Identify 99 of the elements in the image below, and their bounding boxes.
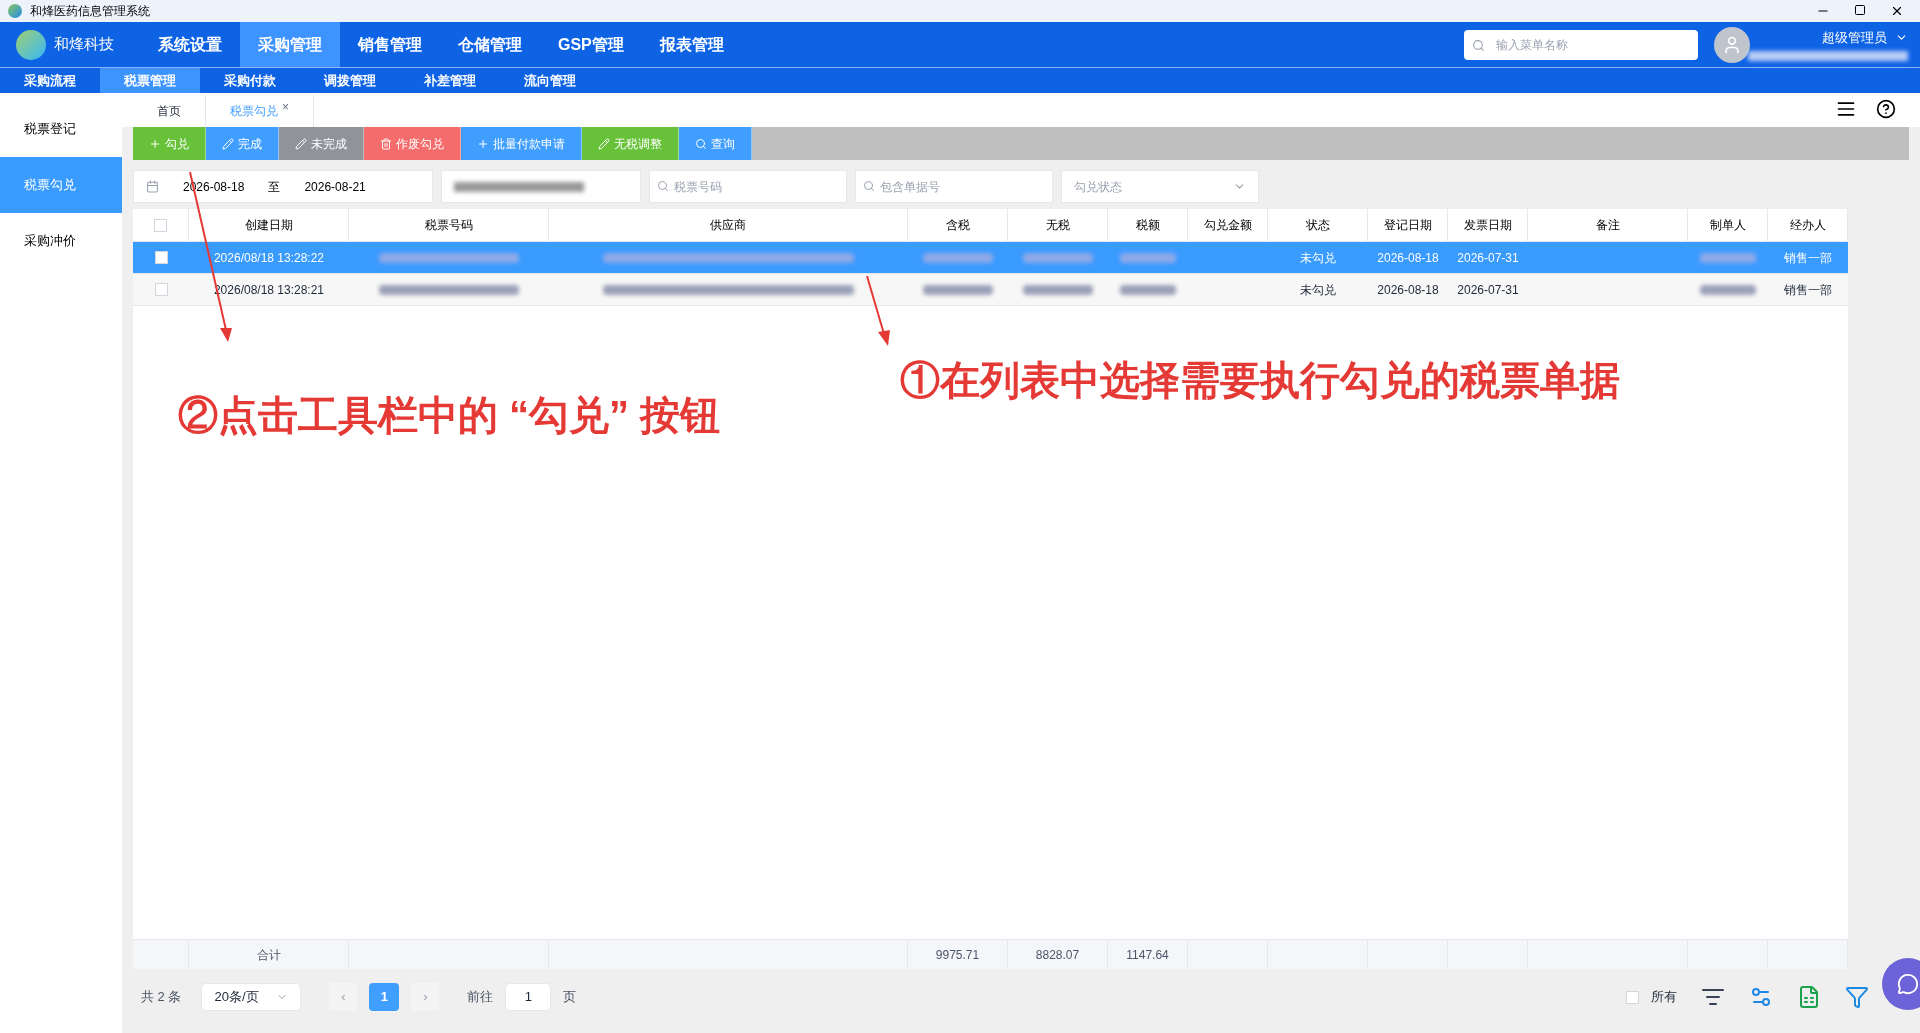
blurred-text	[1700, 252, 1756, 263]
document-number-field[interactable]: 包含单据号	[855, 170, 1053, 203]
annotation-text: ①在列表中选择需要执行勾兑的税票单据	[900, 357, 1620, 404]
table-row[interactable]: 2026/08/18 13:28:22 未勾兑 2026-08-18 2026-07-31 销售一部	[133, 242, 1848, 274]
sub-nav-tab[interactable]: 调拨管理	[300, 68, 400, 93]
column-header: 登记日期	[1368, 209, 1448, 241]
column-header: 发票日期	[1448, 209, 1528, 241]
plus-icon	[477, 137, 489, 150]
goto-label: 前往	[467, 988, 494, 1007]
toolbar-button[interactable]: 未完成	[279, 127, 364, 160]
table-cell-text: 未勾兑	[1300, 281, 1336, 299]
user-name[interactable]: 超级管理员	[1822, 27, 1887, 48]
page-size-dropdown[interactable]: 20条/页	[201, 983, 302, 1011]
table-cell-text: 2026-08-18	[1377, 281, 1439, 299]
main-nav-tab[interactable]: 系统设置	[140, 22, 240, 67]
search-icon	[695, 137, 707, 150]
goto-suffix: 页	[563, 988, 577, 1007]
column-header: 勾兑金额	[1188, 209, 1268, 241]
sub-nav-tab[interactable]: 采购付款	[200, 68, 300, 93]
column-header: 无税	[1008, 209, 1108, 241]
trash-icon	[380, 137, 392, 150]
sidebar-item[interactable]: 采购冲价	[0, 213, 122, 269]
collapse-menu-icon[interactable]	[1836, 99, 1856, 119]
sub-nav-tab[interactable]: 税票管理	[100, 68, 200, 93]
status-dropdown[interactable]: 勾兑状态	[1061, 170, 1259, 203]
calendar-icon	[146, 180, 159, 193]
brand-logo-icon	[16, 29, 46, 60]
close-icon[interactable]	[1890, 4, 1904, 18]
column-header: 制单人	[1688, 209, 1768, 241]
blurred-text	[923, 252, 993, 263]
table-cell-text: 2026-07-31	[1457, 281, 1519, 299]
blurred-text	[923, 284, 993, 295]
table-cell-text: 2026/08/18 13:28:22	[213, 249, 325, 267]
table-cell-text: 销售一部	[1784, 249, 1832, 267]
filter-icon[interactable]	[1845, 985, 1869, 1009]
main-nav-tab[interactable]: 采购管理	[240, 22, 340, 67]
annotation-text: ②点击工具栏中的 “勾兑” 按钮	[178, 392, 721, 439]
edit-icon	[295, 137, 307, 150]
edit-icon	[222, 137, 234, 150]
sidebar-item[interactable]: 税票登记	[0, 101, 122, 157]
search-icon	[657, 180, 669, 192]
window-title: 和烽医药信息管理系统	[30, 3, 150, 20]
supplier-field[interactable]	[441, 170, 641, 203]
main-nav-tab[interactable]: 仓储管理	[440, 22, 540, 67]
help-icon[interactable]	[1876, 99, 1896, 119]
column-settings-icon[interactable]	[1749, 985, 1773, 1009]
total-count: 共 2 条	[141, 988, 182, 1007]
sub-nav-tab[interactable]: 补差管理	[400, 68, 500, 93]
total-value: 8828.07	[1035, 946, 1080, 964]
select-all-checkbox[interactable]	[154, 218, 167, 232]
total-value: 1147.64	[1126, 946, 1169, 964]
totals-label: 合计	[256, 946, 281, 964]
app-logo-icon	[8, 4, 22, 18]
avatar-icon[interactable]	[1714, 26, 1750, 63]
blurred-text	[1023, 252, 1093, 263]
toolbar-button[interactable]: 作废勾兑	[364, 127, 461, 160]
column-header: 备注	[1528, 209, 1688, 241]
main-nav-tab[interactable]: 销售管理	[340, 22, 440, 67]
column-header: 含税	[908, 209, 1008, 241]
table-cell-text: 2026-08-18	[1377, 249, 1439, 267]
sidebar-item[interactable]: 税票勾兑	[0, 157, 122, 213]
table-cell-text: 未勾兑	[1300, 249, 1336, 267]
blurred-text	[1120, 252, 1176, 263]
brand-name: 和烽科技	[54, 34, 114, 55]
blurred-text	[1700, 284, 1756, 295]
sub-nav-tab[interactable]: 采购流程	[0, 68, 100, 93]
toolbar-button[interactable]: 批量付款申请	[461, 127, 582, 160]
main-nav-tab[interactable]: 报表管理	[641, 22, 742, 67]
chat-icon	[1897, 973, 1919, 995]
tab-close-button[interactable]: ×	[282, 98, 289, 116]
table-cell-text: 2026-07-31	[1457, 249, 1519, 267]
column-header: 状态	[1268, 209, 1368, 241]
blurred-text	[1023, 284, 1093, 295]
invoice-number-field[interactable]: 税票号码	[649, 170, 847, 203]
row-checkbox[interactable]	[154, 283, 168, 296]
spreadsheet-icon[interactable]	[1797, 985, 1821, 1009]
maximize-icon[interactable]	[1854, 4, 1866, 16]
column-header: 经办人	[1768, 209, 1848, 241]
page-number-button[interactable]: 1	[369, 983, 400, 1011]
plus-icon	[149, 137, 161, 150]
menu-search-field[interactable]: 输入菜单名称	[1464, 29, 1698, 60]
table-cell-text: 销售一部	[1784, 281, 1832, 299]
toolbar-button[interactable]: 查询	[679, 127, 752, 160]
main-nav-tab[interactable]: GSP管理	[540, 22, 642, 67]
search-icon	[1472, 38, 1485, 52]
column-header: 税额	[1108, 209, 1188, 241]
edit-icon	[598, 137, 610, 150]
column-header: 供应商	[549, 209, 908, 241]
column-header: 创建日期	[189, 209, 349, 241]
toolbar-button[interactable]: 完成	[206, 127, 279, 160]
sub-nav-tab[interactable]: 流向管理	[500, 68, 600, 93]
blurred-text	[1120, 284, 1176, 295]
goto-page-field[interactable]: 1	[505, 983, 552, 1011]
total-value: 9975.71	[935, 946, 980, 964]
column-header: 税票号码	[349, 209, 549, 241]
search-icon	[863, 180, 875, 192]
row-checkbox[interactable]	[154, 251, 168, 264]
all-label: 所有	[1651, 988, 1677, 1007]
all-checkbox[interactable]	[1626, 990, 1639, 1004]
